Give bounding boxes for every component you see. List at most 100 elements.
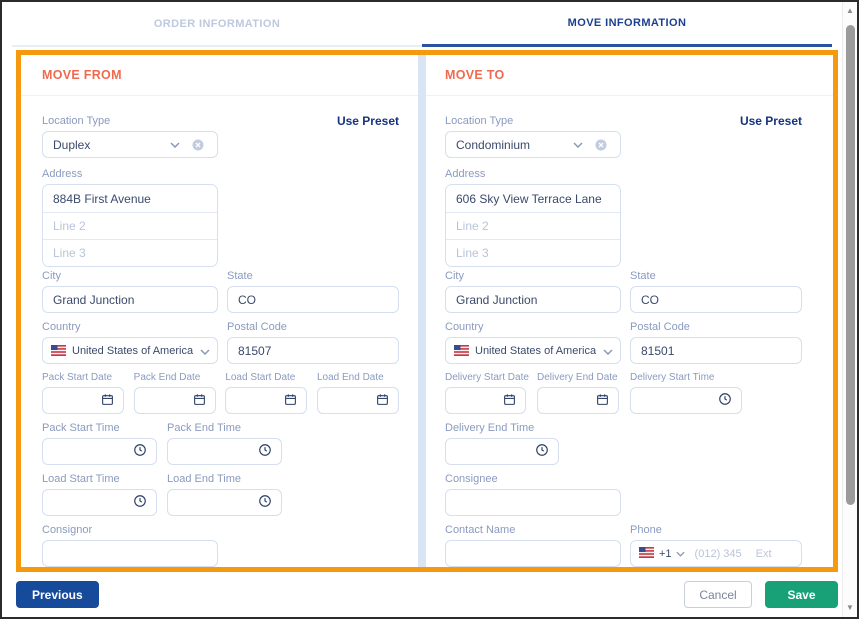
phone-label: Phone: [630, 524, 802, 536]
move-information-dialog: ORDER INFORMATION MOVE INFORMATION MOVE …: [0, 0, 859, 619]
pack-start-time-label: Pack Start Time: [42, 422, 157, 434]
clock-icon[interactable]: [718, 392, 732, 409]
tab-move-information[interactable]: MOVE INFORMATION: [422, 2, 832, 47]
load-start-date-input[interactable]: [225, 387, 307, 414]
clock-icon[interactable]: [133, 494, 147, 511]
us-flag-icon: [454, 345, 469, 356]
country-select[interactable]: United States of America: [42, 337, 218, 364]
address-group: [42, 184, 218, 267]
save-button[interactable]: Save: [765, 581, 838, 608]
phone-country-code: +1: [659, 548, 672, 560]
address-group: [445, 184, 621, 267]
location-type-select[interactable]: Duplex: [42, 131, 218, 158]
clear-icon[interactable]: [192, 139, 204, 151]
consignor-label: Consignor: [42, 524, 399, 536]
dialog-footer: Previous Cancel Save: [2, 572, 844, 617]
load-end-time-input[interactable]: [167, 489, 282, 516]
move-from-section: MOVE FROM Location Type Duplex: [21, 55, 418, 567]
delivery-start-time-input[interactable]: [630, 387, 742, 414]
city-input[interactable]: [445, 286, 621, 313]
calendar-icon[interactable]: [596, 393, 609, 409]
move-from-title: MOVE FROM: [42, 68, 122, 82]
us-flag-icon: [51, 345, 66, 356]
phone-ext-placeholder: Ext: [756, 548, 772, 560]
calendar-icon[interactable]: [284, 393, 297, 409]
previous-button[interactable]: Previous: [16, 581, 99, 608]
clear-icon[interactable]: [595, 139, 607, 151]
tab-bar: ORDER INFORMATION MOVE INFORMATION: [12, 2, 832, 47]
city-label: City: [42, 270, 218, 282]
use-preset-link[interactable]: Use Preset: [337, 115, 399, 128]
consignor-input[interactable]: [42, 540, 218, 567]
delivery-start-date-input[interactable]: [445, 387, 526, 414]
consignee-label: Consignee: [445, 473, 802, 485]
calendar-icon[interactable]: [193, 393, 206, 409]
postal-code-input[interactable]: [227, 337, 399, 364]
scrollbar-thumb[interactable]: [846, 25, 855, 505]
tab-order-information[interactable]: ORDER INFORMATION: [12, 2, 422, 47]
pack-start-date-input[interactable]: [42, 387, 124, 414]
calendar-icon[interactable]: [376, 393, 389, 409]
clock-icon[interactable]: [258, 494, 272, 511]
chevron-down-icon: [676, 548, 685, 560]
phone-number-placeholder: (012) 345: [695, 548, 742, 560]
state-input[interactable]: [227, 286, 399, 313]
location-type-label: Location Type: [445, 115, 621, 127]
window-scrollbar[interactable]: ▲ ▼: [842, 2, 857, 617]
scroll-down-arrow-icon[interactable]: ▼: [843, 601, 857, 615]
city-input[interactable]: [42, 286, 218, 313]
address-line3-input[interactable]: [43, 239, 217, 266]
use-preset-link[interactable]: Use Preset: [740, 115, 802, 128]
load-end-time-label: Load End Time: [167, 473, 282, 485]
pack-end-time-input[interactable]: [167, 438, 282, 465]
phone-input[interactable]: +1 (012) 345 Ext: [630, 540, 802, 567]
location-type-label: Location Type: [42, 115, 218, 127]
address-line2-input[interactable]: [446, 212, 620, 239]
chevron-down-icon: [573, 142, 583, 148]
clock-icon[interactable]: [258, 443, 272, 460]
contact-name-input[interactable]: [445, 540, 621, 567]
pack-start-date-label: Pack Start Date: [42, 372, 124, 383]
state-label: State: [630, 270, 802, 282]
pack-end-time-label: Pack End Time: [167, 422, 282, 434]
load-start-time-label: Load Start Time: [42, 473, 157, 485]
pack-end-date-input[interactable]: [134, 387, 216, 414]
chevron-down-icon: [200, 344, 210, 358]
address-label: Address: [42, 168, 399, 180]
country-value: United States of America: [72, 345, 200, 357]
location-type-value: Condominium: [456, 138, 573, 152]
address-line1-input[interactable]: [446, 185, 620, 212]
address-line2-input[interactable]: [43, 212, 217, 239]
postal-code-label: Postal Code: [630, 321, 802, 333]
load-start-time-input[interactable]: [42, 489, 157, 516]
pack-end-date-label: Pack End Date: [134, 372, 216, 383]
delivery-end-date-input[interactable]: [537, 387, 619, 414]
country-select[interactable]: United States of America: [445, 337, 621, 364]
move-form-container: MOVE FROM Location Type Duplex: [16, 50, 838, 572]
phone-country-select[interactable]: +1: [639, 547, 685, 561]
contact-name-label: Contact Name: [445, 524, 621, 536]
address-line1-input[interactable]: [43, 185, 217, 212]
country-label: Country: [445, 321, 621, 333]
clock-icon[interactable]: [535, 443, 549, 460]
calendar-icon[interactable]: [503, 393, 516, 409]
move-to-section: MOVE TO Location Type Condominium: [426, 55, 833, 567]
consignee-input[interactable]: [445, 489, 621, 516]
chevron-down-icon: [603, 344, 613, 358]
postal-code-input[interactable]: [630, 337, 802, 364]
delivery-end-date-label: Delivery End Date: [537, 372, 619, 383]
load-end-date-input[interactable]: [317, 387, 399, 414]
left-panel-scrollbar[interactable]: [418, 55, 426, 567]
scroll-up-arrow-icon[interactable]: ▲: [843, 4, 857, 18]
clock-icon[interactable]: [133, 443, 147, 460]
calendar-icon[interactable]: [101, 393, 114, 409]
location-type-select[interactable]: Condominium: [445, 131, 621, 158]
delivery-end-time-label: Delivery End Time: [445, 422, 802, 434]
state-input[interactable]: [630, 286, 802, 313]
us-flag-icon: [639, 547, 654, 561]
pack-start-time-input[interactable]: [42, 438, 157, 465]
delivery-end-time-input[interactable]: [445, 438, 559, 465]
address-line3-input[interactable]: [446, 239, 620, 266]
cancel-button[interactable]: Cancel: [684, 581, 752, 608]
country-value: United States of America: [475, 345, 603, 357]
